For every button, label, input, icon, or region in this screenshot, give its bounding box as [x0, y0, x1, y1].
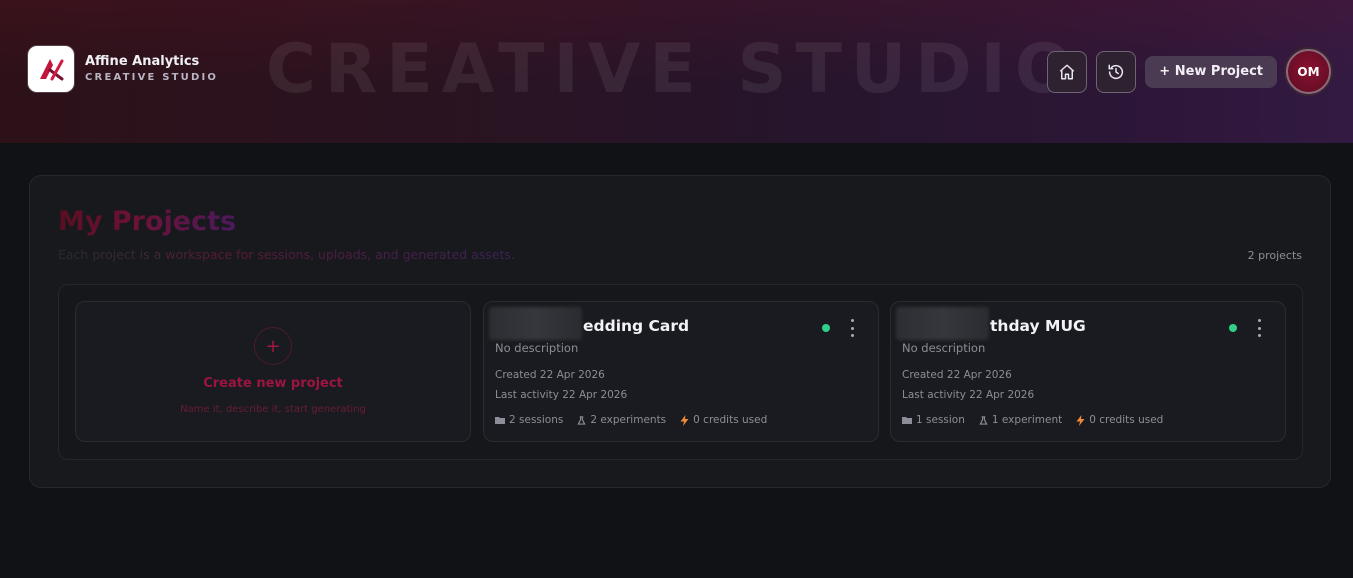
create-project-subtitle: Name it, describe it, start generating: [180, 404, 366, 415]
project-description: No description: [902, 341, 986, 355]
history-button[interactable]: [1096, 50, 1137, 93]
page-description: Each project is a workspace for sessions…: [58, 247, 515, 262]
redacted-title-area: [489, 307, 582, 340]
home-icon: [1060, 64, 1075, 79]
brand-name: Affine Analytics: [85, 54, 200, 69]
project-last-activity: Last activity 22 Apr 2026: [495, 389, 628, 401]
header-watermark: CREATIVE STUDIO: [266, 30, 1082, 109]
sessions-stat: 1 session: [902, 414, 965, 426]
more-options-icon[interactable]: [1252, 319, 1266, 337]
project-stats: 2 sessions 2 experiments 0 credits used: [495, 414, 781, 426]
brand-logo: [28, 46, 74, 92]
sessions-count: 1 session: [916, 414, 965, 426]
create-project-title: Create new project: [203, 376, 343, 391]
header-actions: + New Project OM: [1047, 49, 1331, 94]
experiments-stat: 2 experiments: [577, 414, 666, 426]
page-title: My Projects: [58, 206, 237, 237]
project-count: 2 projects: [1247, 249, 1302, 262]
credits-stat: 0 credits used: [680, 414, 767, 426]
project-grid: + Create new project Name it, describe i…: [58, 284, 1303, 460]
flask-icon: [577, 415, 586, 425]
project-title: edding Card: [583, 317, 690, 335]
project-title: thday MUG: [990, 317, 1086, 335]
lightning-icon: [680, 414, 689, 426]
credits-used: 0 credits used: [1089, 414, 1164, 426]
project-card[interactable]: thday MUG No description Created 22 Apr …: [890, 301, 1286, 442]
project-created: Created 22 Apr 2026: [495, 369, 605, 381]
sessions-stat: 2 sessions: [495, 414, 563, 426]
project-created: Created 22 Apr 2026: [902, 369, 1012, 381]
project-description: No description: [495, 341, 579, 355]
projects-panel: My Projects Each project is a workspace …: [29, 175, 1331, 488]
experiments-count: 2 experiments: [590, 414, 667, 426]
user-avatar[interactable]: OM: [1286, 49, 1331, 94]
project-card[interactable]: edding Card No description Created 22 Ap…: [483, 301, 879, 442]
history-icon: [1108, 64, 1124, 79]
project-stats: 1 session 1 experiment 0 credits used: [902, 414, 1177, 426]
credits-stat: 0 credits used: [1076, 414, 1163, 426]
status-indicator: [1229, 324, 1237, 332]
more-options-icon[interactable]: [845, 319, 859, 337]
experiments-stat: 1 experiment: [979, 414, 1062, 426]
logo-icon: [40, 59, 64, 81]
credits-used: 0 credits used: [693, 414, 768, 426]
sessions-count: 2 sessions: [509, 414, 564, 426]
experiments-count: 1 experiment: [991, 414, 1063, 426]
app-header: CREATIVE STUDIO Affine Analytics CREATIV…: [0, 0, 1353, 143]
status-indicator: [822, 324, 830, 332]
new-project-button[interactable]: + New Project: [1145, 55, 1277, 88]
flask-icon: [979, 415, 988, 425]
project-last-activity: Last activity 22 Apr 2026: [902, 389, 1035, 401]
plus-icon: +: [254, 327, 292, 365]
brand[interactable]: Affine Analytics CREATIVE STUDIO: [28, 46, 218, 92]
folder-icon: [495, 417, 505, 424]
folder-icon: [902, 417, 912, 424]
brand-subtitle: CREATIVE STUDIO: [85, 72, 219, 83]
home-button[interactable]: [1047, 50, 1088, 93]
lightning-icon: [1076, 414, 1085, 426]
redacted-title-area: [896, 307, 989, 340]
create-project-card[interactable]: + Create new project Name it, describe i…: [75, 301, 471, 442]
